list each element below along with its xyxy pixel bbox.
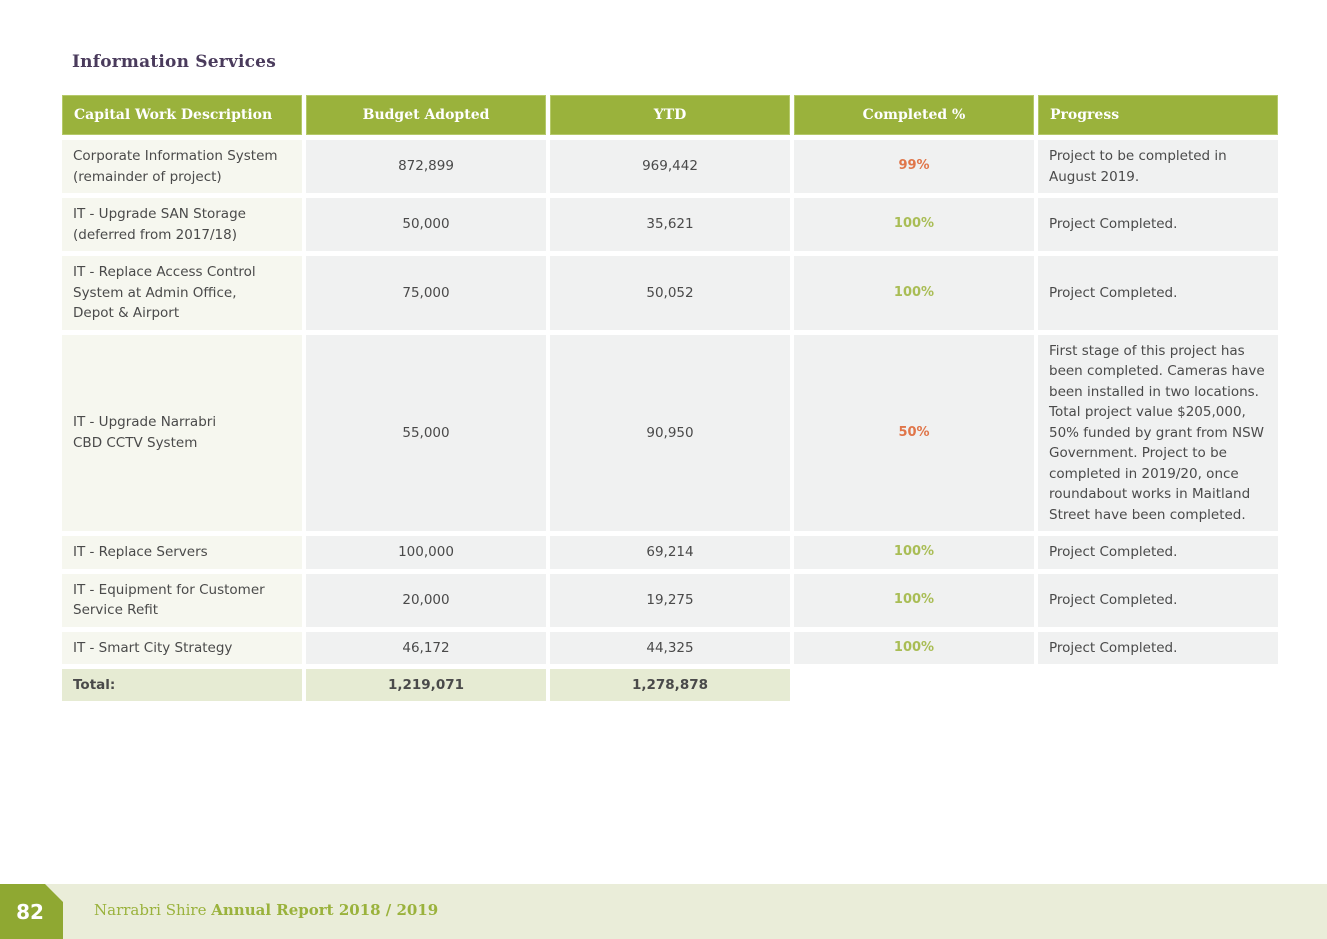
cell-description: IT - Upgrade Narrabri CBD CCTV System (62, 334, 302, 531)
total-label: Total: (62, 669, 302, 701)
cell-completed-percent: 100% (794, 198, 1034, 251)
cell-description: IT - Upgrade SAN Storage (deferred from 2… (62, 198, 302, 251)
column-header-ytd: YTD (550, 95, 790, 135)
table-header-row: Capital Work Description Budget Adopted … (62, 95, 1278, 135)
cell-budget: 55,000 (306, 334, 546, 531)
total-blank-cell (1038, 669, 1278, 701)
description-line: IT - Upgrade Narrabri (73, 414, 217, 431)
description-line: System at Admin Office, (73, 284, 237, 301)
cell-progress: Project to be completed in August 2019. (1038, 140, 1278, 193)
footer-report: Annual Report 2018 / 2019 (211, 901, 439, 919)
total-blank-cell (794, 669, 1034, 701)
cell-budget: 50,000 (306, 198, 546, 251)
cell-description: IT - Replace Access Control System at Adm… (62, 256, 302, 330)
cell-progress: Project Completed. (1038, 631, 1278, 664)
description-line: IT - Replace Servers (73, 544, 208, 560)
description-line: IT - Smart City Strategy (73, 639, 233, 656)
table-row: IT - Replace Servers 100,000 69,214 100% Pro… (62, 536, 1278, 569)
footer-org: Narrabri Shire (94, 901, 207, 919)
cell-description: IT - Replace Servers (62, 536, 302, 569)
cell-ytd: 35,621 (550, 198, 790, 251)
cell-ytd: 90,950 (550, 334, 790, 531)
cell-description: Corporate Information System (remainder o… (62, 140, 302, 193)
description-line: IT - Replace Access Control (73, 264, 256, 280)
cell-completed-percent: 100% (794, 573, 1034, 627)
section-title: Information Services (72, 52, 276, 72)
cell-completed-percent: 99% (794, 140, 1034, 193)
table-row: IT - Smart City Strategy 46,172 44,325 100%… (62, 631, 1278, 664)
cell-budget: 100,000 (306, 536, 546, 569)
cell-ytd: 19,275 (550, 573, 790, 627)
description-line: CBD CCTV System (73, 434, 198, 451)
page-number: 82 (16, 900, 44, 924)
cell-budget: 75,000 (306, 256, 546, 330)
cell-progress: First stage of this project has been com… (1038, 334, 1278, 531)
cell-progress: Project Completed. (1038, 198, 1278, 251)
cell-description: IT - Smart City Strategy (62, 631, 302, 664)
cell-completed-percent: 100% (794, 256, 1034, 330)
cell-progress: Project Completed. (1038, 536, 1278, 569)
cell-ytd: 50,052 (550, 256, 790, 330)
cell-budget: 872,899 (306, 140, 546, 193)
capital-works-table: Capital Work Description Budget Adopted … (58, 90, 1282, 706)
cell-ytd: 69,214 (550, 536, 790, 569)
cell-progress: Project Completed. (1038, 256, 1278, 330)
total-ytd: 1,278,878 (550, 669, 790, 701)
total-budget: 1,219,071 (306, 669, 546, 701)
description-line: IT - Upgrade SAN Storage (73, 206, 246, 222)
column-header-description: Capital Work Description (62, 95, 302, 135)
table-row: IT - Upgrade SAN Storage (deferred from 2… (62, 198, 1278, 251)
cell-budget: 20,000 (306, 573, 546, 627)
table-body: Corporate Information System (remainder o… (62, 140, 1278, 664)
column-header-progress: Progress (1038, 95, 1278, 135)
cell-completed-percent: 100% (794, 631, 1034, 664)
cell-ytd: 969,442 (550, 140, 790, 193)
description-line: Service Refit (73, 602, 159, 618)
table-row: Corporate Information System (remainder o… (62, 140, 1278, 193)
table-row: IT - Equipment for Customer Service Refit… (62, 573, 1278, 627)
table-row: IT - Upgrade Narrabri CBD CCTV System 55,0… (62, 334, 1278, 531)
total-row: Total: 1,219,071 1,278,878 (62, 669, 1278, 701)
column-header-budget: Budget Adopted (306, 95, 546, 135)
column-header-completed: Completed % (794, 95, 1034, 135)
description-line: Depot & Airport (73, 305, 180, 321)
cell-completed-percent: 50% (794, 334, 1034, 531)
table-row: IT - Replace Access Control System at Adm… (62, 256, 1278, 330)
description-line: Corporate Information System (73, 148, 278, 164)
description-line: (remainder of project) (73, 168, 222, 185)
description-line: IT - Equipment for Customer (73, 581, 265, 598)
cell-ytd: 44,325 (550, 631, 790, 664)
description-line: (deferred from 2017/18) (73, 226, 237, 243)
cell-description: IT - Equipment for Customer Service Refit (62, 573, 302, 627)
cell-progress: Project Completed. (1038, 573, 1278, 627)
cell-completed-percent: 100% (794, 536, 1034, 569)
cell-budget: 46,172 (306, 631, 546, 664)
footer-title: Narrabri Shire Annual Report 2018 / 2019 (94, 901, 438, 919)
